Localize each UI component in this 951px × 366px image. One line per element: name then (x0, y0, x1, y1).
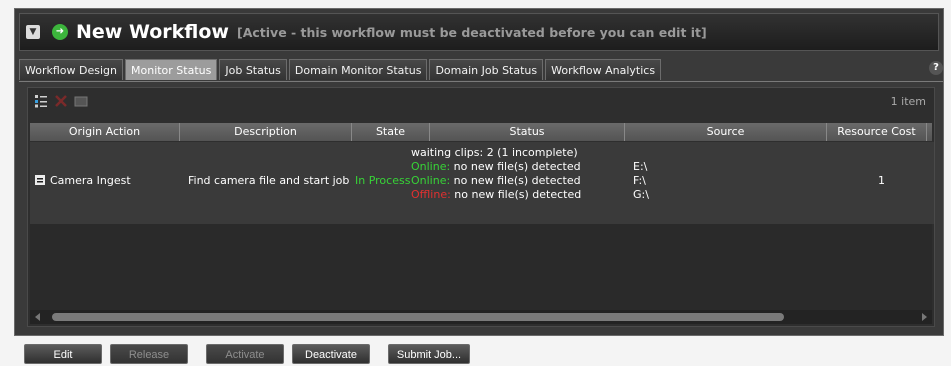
online-label: Online: (411, 174, 451, 187)
column-source[interactable]: Source (625, 123, 827, 141)
action-buttons: Edit Release Activate Deactivate Submit … (24, 344, 470, 364)
edit-button[interactable]: Edit (24, 344, 102, 364)
panel-toolbar: 1 item (28, 88, 934, 114)
tab-workflow-design[interactable]: Workflow Design (19, 59, 123, 80)
status-line: Online: no new file(s) detected (411, 174, 581, 187)
scroll-right-icon[interactable] (920, 313, 928, 321)
activate-button[interactable]: Activate (206, 344, 284, 364)
source-cell: E:\ (633, 160, 648, 173)
status-text: no new file(s) detected (450, 188, 582, 201)
tab-bar: Workflow Design Monitor Status Job Statu… (19, 59, 943, 82)
status-line: Offline: no new file(s) detected (411, 188, 581, 201)
table-header: Origin Action Description State Status S… (30, 123, 932, 141)
workflow-title: New Workflow (76, 21, 229, 43)
column-chooser-icon[interactable] (34, 94, 48, 108)
active-arrow-icon: ➜ (52, 24, 68, 40)
workflow-frame: ▼ ➜ New Workflow [Active - this workflow… (14, 8, 944, 336)
ingest-icon (35, 175, 45, 185)
status-line: Online: no new file(s) detected (411, 160, 581, 173)
collapse-icon[interactable]: ▼ (26, 25, 40, 39)
deactivate-button[interactable]: Deactivate (292, 344, 370, 364)
description-cell: Find camera file and start job (188, 174, 350, 187)
workflow-status-note: [Active - this workflow must be deactiva… (236, 24, 707, 40)
title-bar: ▼ ➜ New Workflow [Active - this workflow… (19, 13, 939, 51)
horizontal-scrollbar[interactable] (30, 310, 932, 324)
column-resource-cost[interactable]: Resource Cost (827, 123, 927, 141)
state-cell: In Process (355, 174, 411, 187)
tab-workflow-analytics[interactable]: Workflow Analytics (545, 59, 662, 80)
monitor-panel: 1 item Origin Action Description State S… (27, 87, 935, 327)
online-label: Online: (411, 160, 451, 173)
resource-cost-cell: 1 (878, 174, 885, 187)
origin-action-cell: Camera Ingest (50, 174, 131, 187)
tab-domain-job-status[interactable]: Domain Job Status (429, 59, 544, 80)
source-cell: F:\ (633, 174, 646, 187)
tab-domain-monitor-status[interactable]: Domain Monitor Status (288, 59, 428, 80)
offline-label: Offline: (411, 188, 451, 201)
column-state[interactable]: State (352, 123, 430, 141)
tab-monitor-status[interactable]: Monitor Status (125, 59, 218, 80)
status-summary: waiting clips: 2 (1 incomplete) (411, 146, 578, 159)
column-status[interactable]: Status (430, 123, 625, 141)
monitor-table: Camera Ingest Find camera file and start… (30, 142, 934, 317)
status-text: no new file(s) detected (450, 174, 581, 187)
scroll-left-icon[interactable] (34, 313, 42, 321)
item-count: 1 item (890, 95, 926, 108)
help-icon[interactable]: ? (929, 61, 943, 75)
status-text: no new file(s) detected (450, 160, 581, 173)
table-row[interactable]: Camera Ingest Find camera file and start… (30, 142, 934, 224)
submit-job-button[interactable]: Submit Job... (388, 344, 470, 364)
delete-icon[interactable] (54, 94, 68, 108)
source-cell: G:\ (633, 188, 649, 201)
tab-job-status[interactable]: Job Status (219, 59, 287, 80)
column-description[interactable]: Description (180, 123, 352, 141)
release-button[interactable]: Release (110, 344, 188, 364)
export-icon[interactable] (74, 94, 88, 108)
scrollbar-thumb[interactable] (52, 313, 784, 321)
column-origin-action[interactable]: Origin Action (30, 123, 180, 141)
